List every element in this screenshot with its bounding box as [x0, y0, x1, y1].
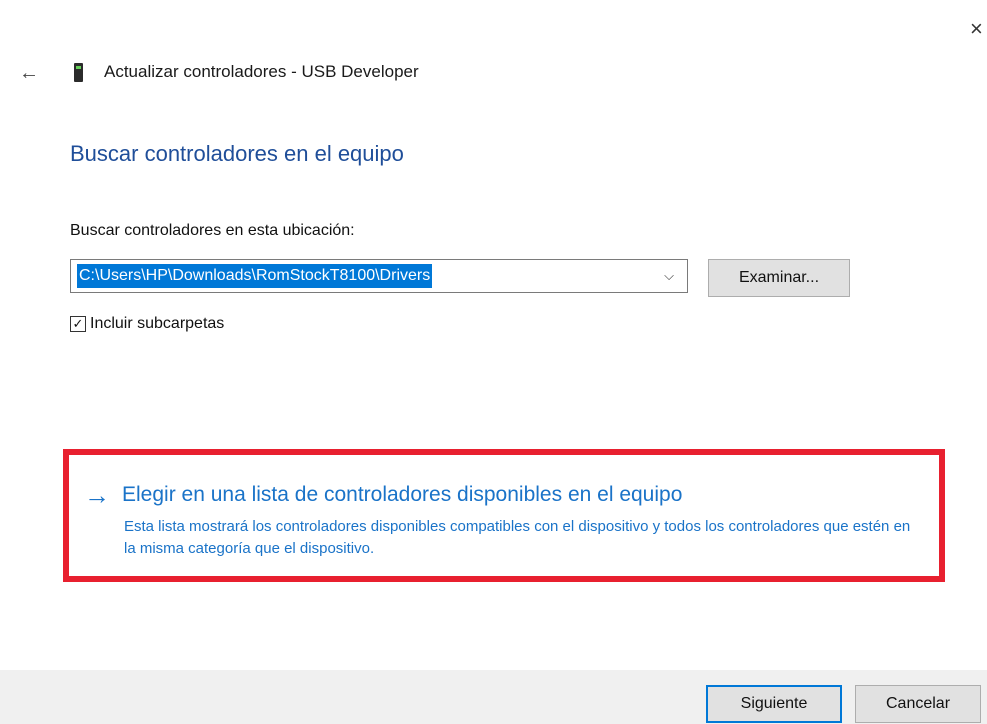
window-title: Actualizar controladores - USB Developer — [104, 62, 419, 81]
include-subfolders-option[interactable]: ✓ Incluir subcarpetas — [70, 313, 224, 335]
close-icon: × — [970, 16, 983, 41]
back-arrow-icon: ← — [19, 62, 39, 84]
cancel-button[interactable]: Cancelar — [855, 685, 981, 723]
update-drivers-window: × ← Actualizar controladores - USB Devel… — [0, 0, 987, 724]
usb-device-icon — [74, 63, 83, 82]
page-title: Buscar controladores en el equipo — [70, 141, 404, 166]
location-label: Buscar controladores en esta ubicación: — [70, 222, 355, 239]
include-subfolders-checkbox[interactable]: ✓ — [70, 316, 86, 332]
driver-path-combobox[interactable]: C:\Users\HP\Downloads\RomStockT8100\Driv… — [70, 259, 688, 293]
close-button[interactable]: × — [970, 14, 987, 44]
include-subfolders-label[interactable]: Incluir subcarpetas — [90, 315, 224, 333]
driver-path-input[interactable]: C:\Users\HP\Downloads\RomStockT8100\Driv… — [77, 264, 433, 288]
choose-from-list-description[interactable]: Esta lista mostrará los controladores di… — [124, 516, 924, 560]
choose-from-list-link[interactable]: → Elegir en una lista de controladores d… — [84, 482, 682, 508]
next-button[interactable]: Siguiente — [706, 685, 842, 723]
browse-button[interactable]: Examinar... — [708, 259, 850, 297]
back-button[interactable]: ← — [14, 59, 44, 87]
chevron-down-icon[interactable]: ⌵ — [659, 260, 679, 292]
choose-from-list-title[interactable]: Elegir en una lista de controladores dis… — [122, 483, 682, 507]
arrow-right-icon: → — [84, 480, 110, 510]
